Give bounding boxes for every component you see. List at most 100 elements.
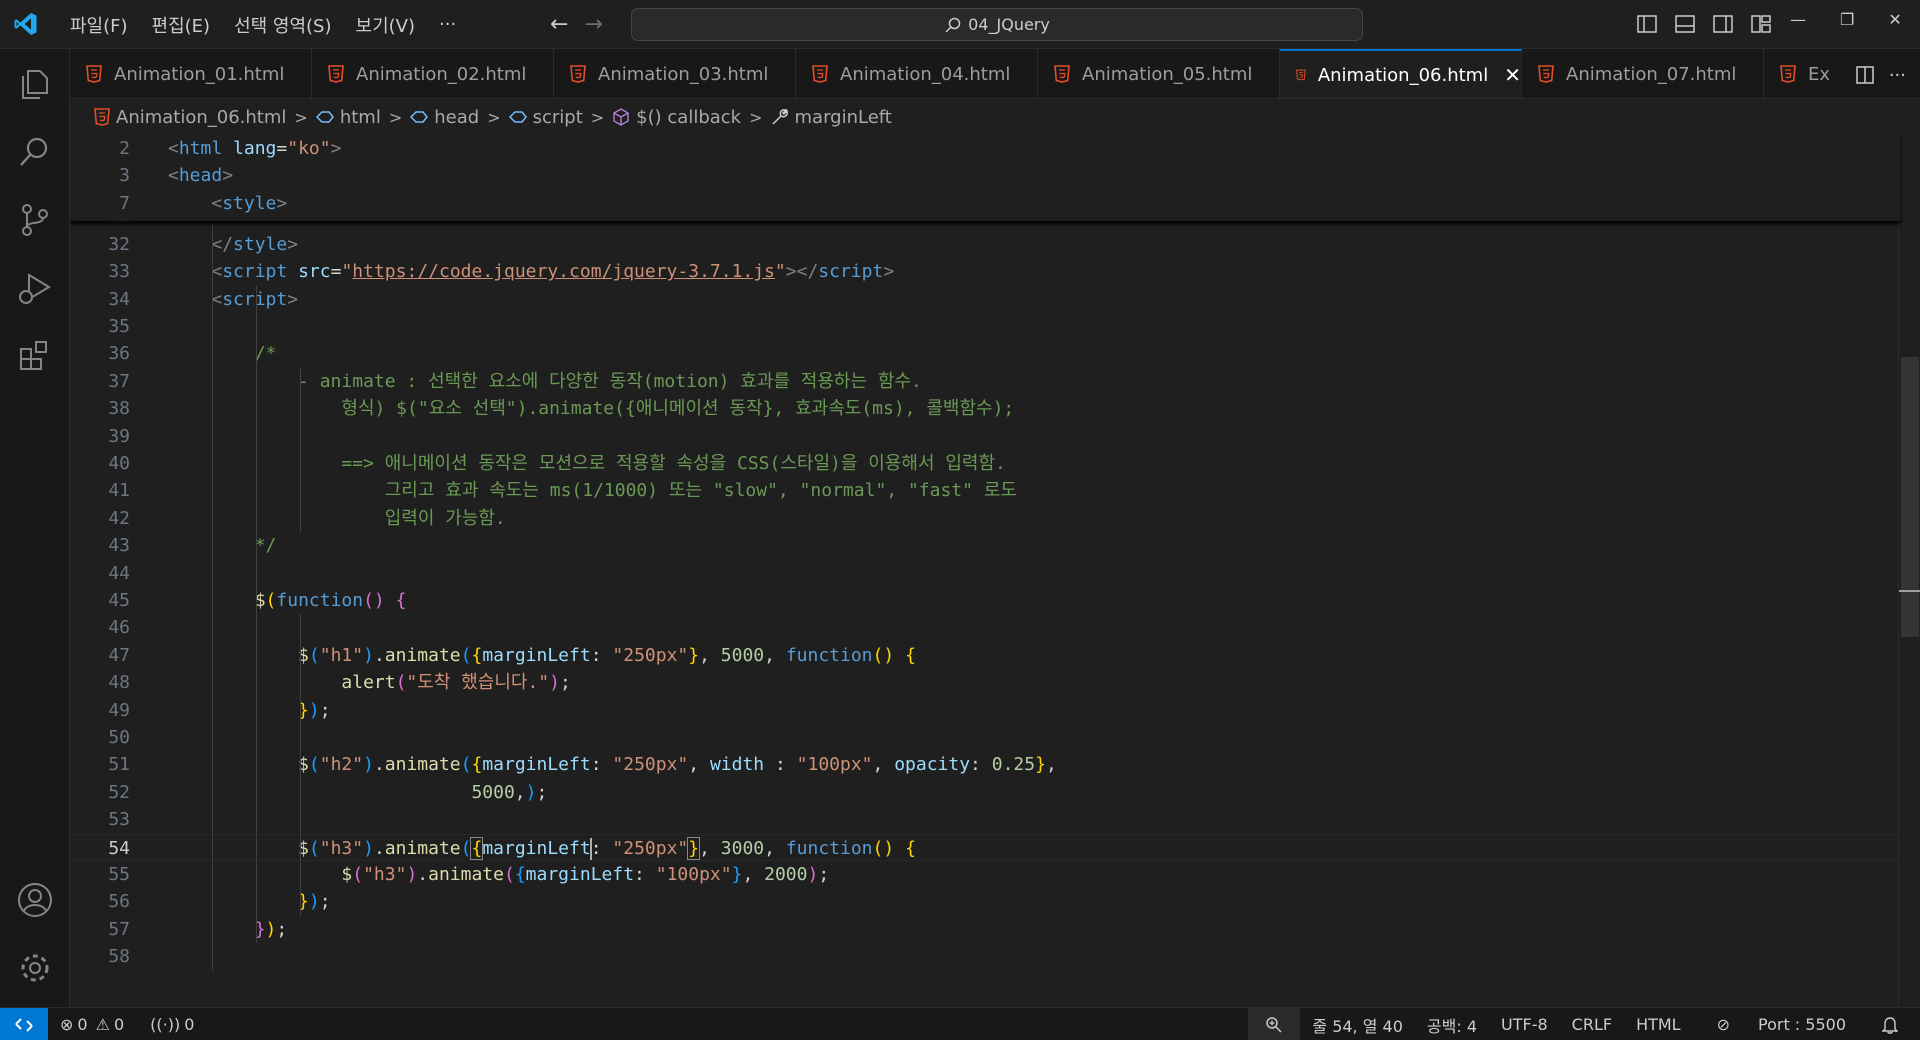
code-text: $("h3").animate({marginLeft: "100px"}, 2… <box>341 864 830 885</box>
no-entry-icon: ⊘ <box>1716 1015 1730 1034</box>
more-actions-icon[interactable]: ··· <box>1889 65 1906 86</box>
breadcrumb: Animation_06.html > html > head > script… <box>70 99 1920 135</box>
live-server-port[interactable]: ⊘ Port : 5500 <box>1693 1015 1870 1034</box>
run-and-debug-icon[interactable] <box>16 269 54 307</box>
command-center-search[interactable]: 04_JQuery <box>631 8 1363 41</box>
menu-file[interactable]: 파일(F) <box>58 12 140 38</box>
code-line[interactable]: 35 <box>70 313 1900 340</box>
code-line[interactable]: 39 <box>70 423 1900 450</box>
toggle-panel-icon[interactable] <box>1674 13 1696 35</box>
menu-selection[interactable]: 선택 영역(S) <box>222 12 343 38</box>
indent-guide <box>212 176 213 971</box>
tab-animation-05[interactable]: Animation_05.html <box>1038 49 1280 98</box>
notifications-bell-icon[interactable] <box>1870 1016 1910 1034</box>
menu-more[interactable]: ··· <box>427 14 468 35</box>
scrollbar-thumb[interactable] <box>1901 357 1919 637</box>
code-line[interactable]: 37 - animate : 선택한 요소에 다양한 동작(motion) 효과… <box>70 368 1900 395</box>
close-tab-icon[interactable]: ✕ <box>1504 63 1521 87</box>
html-file-icon <box>94 108 110 126</box>
menu-edit[interactable]: 편집(E) <box>140 12 223 38</box>
tab-animation-03[interactable]: Animation_03.html <box>554 49 796 98</box>
tab-animation-02[interactable]: Animation_02.html <box>312 49 554 98</box>
problems-indicator[interactable]: ⊗ 0 ⚠ 0 <box>60 1015 124 1034</box>
explorer-icon[interactable] <box>16 65 54 103</box>
property-wrench-icon <box>771 109 788 125</box>
code-line[interactable]: 56 }); <box>70 888 1900 915</box>
warning-icon: ⚠ <box>95 1015 110 1034</box>
zoom-icon[interactable] <box>1248 1008 1301 1040</box>
tab-label: Animation_05.html <box>1082 63 1253 85</box>
html-file-icon <box>1296 69 1306 81</box>
breadcrumb-html[interactable]: html <box>315 107 381 128</box>
code-editor[interactable]: 2<html lang="ko">3<head>7 <style> 30 }31… <box>70 135 1920 1007</box>
tab-animation-01[interactable]: Animation_01.html <box>70 49 312 98</box>
code-line[interactable]: 40 ==> 애니메이션 동작은 모션으로 적용할 속성을 CSS(스타일)을 … <box>70 450 1900 477</box>
breadcrumb-head[interactable]: head <box>410 107 479 128</box>
code-line[interactable]: 32 </style> <box>70 231 1900 258</box>
source-control-icon[interactable] <box>16 201 54 239</box>
extensions-icon[interactable] <box>16 337 54 375</box>
menu-view[interactable]: 보기(V) <box>344 12 427 38</box>
sticky-code-line[interactable]: 2 <html lang="ko"> <box>70 135 1900 162</box>
restore-icon[interactable]: ❐ <box>1840 10 1854 29</box>
line-number: 43 <box>108 535 130 557</box>
split-editor-icon[interactable] <box>1855 65 1875 85</box>
encoding[interactable]: UTF-8 <box>1489 1015 1560 1034</box>
search-icon[interactable] <box>16 133 54 171</box>
code-line[interactable]: 41 그리고 효과 속도는 ms(1/1000) 또는 "slow", "nor… <box>70 477 1900 504</box>
code-text: $(function() { <box>254 590 407 611</box>
cursor-position[interactable]: 줄 54, 열 40 <box>1300 1013 1415 1037</box>
code-line[interactable]: 57 }); <box>70 916 1900 943</box>
indentation[interactable]: 공백: 4 <box>1415 1013 1489 1037</box>
toggle-secondary-sidebar-icon[interactable] <box>1712 13 1734 35</box>
code-line[interactable]: 42 입력이 가능함. <box>70 505 1900 532</box>
code-line[interactable]: 58 <box>70 943 1900 970</box>
error-count: 0 <box>77 1015 88 1034</box>
minimize-icon[interactable]: — <box>1790 10 1806 29</box>
back-arrow-icon[interactable]: ← <box>550 12 568 37</box>
vertical-scrollbar[interactable] <box>1898 135 1920 1007</box>
line-number: 3 <box>119 165 130 187</box>
close-window-icon[interactable]: ✕ <box>1888 10 1901 29</box>
code-line[interactable]: 43 */ <box>70 532 1900 559</box>
settings-gear-icon[interactable] <box>16 949 54 987</box>
code-line[interactable]: 55 $("h3").animate({marginLeft: "100px"}… <box>70 861 1900 888</box>
code-text: 그리고 효과 속도는 ms(1/1000) 또는 "slow", "normal… <box>168 480 1017 502</box>
breadcrumb-script[interactable]: script <box>508 107 583 128</box>
breadcrumb-marginleft[interactable]: marginLeft <box>771 107 892 128</box>
line-ending[interactable]: CRLF <box>1560 1015 1624 1034</box>
line-number: 48 <box>108 672 130 694</box>
code-line[interactable]: 49 }); <box>70 697 1900 724</box>
code-line[interactable]: 51 $("h2").animate({marginLeft: "250px",… <box>70 751 1900 778</box>
tab-animation-07[interactable]: Animation_07.html <box>1522 49 1764 98</box>
html-file-icon <box>86 65 102 83</box>
code-line[interactable]: 33 <script src="https://code.jquery.com/… <box>70 258 1900 285</box>
code-line[interactable]: 47 $("h1").animate({marginLeft: "250px"}… <box>70 642 1900 669</box>
code-line[interactable]: 52 5000,); <box>70 779 1900 806</box>
breadcrumb-callback[interactable]: $() callback <box>612 107 741 128</box>
code-line[interactable]: 34 <script> <box>70 286 1900 313</box>
code-line[interactable]: 50 <box>70 724 1900 751</box>
remote-indicator-icon[interactable] <box>0 1008 48 1040</box>
sticky-code-line[interactable]: 7 <style> <box>70 190 1900 217</box>
line-number: 41 <box>108 480 130 502</box>
code-line[interactable]: 46 <box>70 614 1900 641</box>
code-line[interactable]: 45 $(function() { <box>70 587 1900 614</box>
forward-arrow-icon[interactable]: → <box>584 12 602 37</box>
sticky-code-line[interactable]: 3 <head> <box>70 162 1900 189</box>
code-line[interactable]: 53 <box>70 806 1900 833</box>
language-mode[interactable]: HTML <box>1624 1015 1693 1034</box>
code-line[interactable]: 48 alert("도착 했습니다."); <box>70 669 1900 696</box>
code-text: $("h3").animate({marginLeft: "250px"}, 3… <box>298 836 916 860</box>
tab-animation-06[interactable]: Animation_06.html ✕ <box>1280 49 1522 98</box>
customize-layout-icon[interactable] <box>1750 13 1772 35</box>
code-line[interactable]: 38 형식) $("요소 선택").animate({애니메이션 동작}, 효과… <box>70 395 1900 422</box>
code-line[interactable]: 54 $("h3").animate({marginLeft: "250px"}… <box>70 833 1900 861</box>
ports-indicator[interactable]: ((·)) 0 <box>150 1015 194 1034</box>
toggle-primary-sidebar-icon[interactable] <box>1636 13 1658 35</box>
accounts-icon[interactable] <box>16 881 54 919</box>
breadcrumb-file[interactable]: Animation_06.html <box>94 107 286 128</box>
tab-animation-04[interactable]: Animation_04.html <box>796 49 1038 98</box>
code-line[interactable]: 44 <box>70 560 1900 587</box>
code-line[interactable]: 36 /* <box>70 340 1900 367</box>
